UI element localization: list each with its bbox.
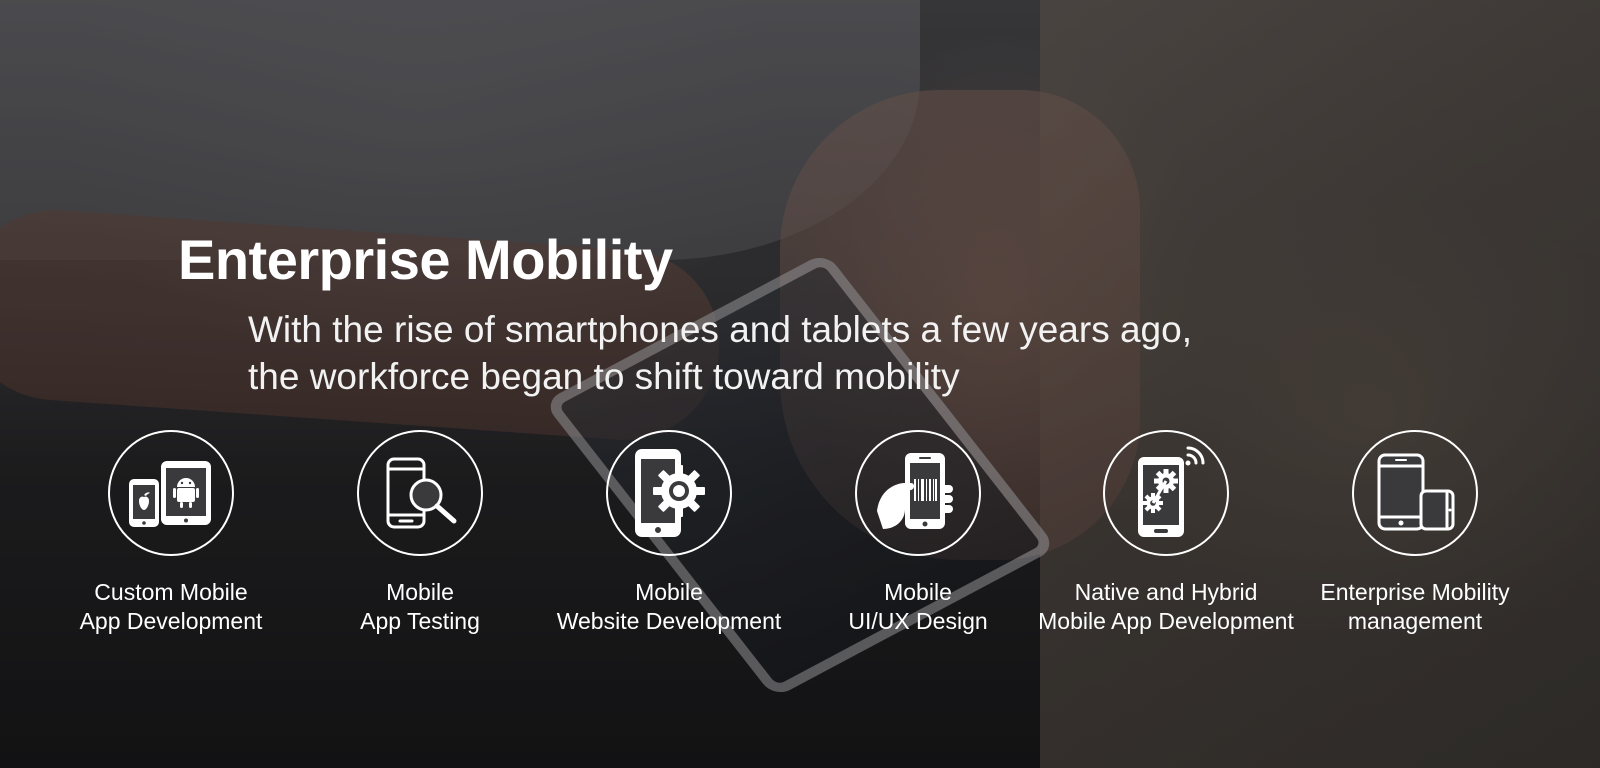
- service-label: Enterprise Mobility management: [1265, 578, 1565, 636]
- service-icon-circle: [1103, 430, 1229, 556]
- service-label-line-2: management: [1347, 608, 1483, 634]
- service-icon-circle: [606, 430, 732, 556]
- service-icon-circle: [357, 430, 483, 556]
- hero-subtitle: With the rise of smartphones and tablets…: [248, 306, 1192, 400]
- phone-gear-icon: [635, 449, 705, 537]
- phone-tablet-apple-android-icon: [129, 461, 211, 527]
- hero-subtitle-line-2: the workforce began to shift toward mobi…: [248, 356, 960, 397]
- hero-banner: Enterprise Mobility With the rise of sma…: [0, 0, 1600, 768]
- page-title: Enterprise Mobility: [178, 228, 673, 291]
- services-list: Custom Mobile App Development Mobile App…: [0, 430, 1600, 660]
- phone-gears-wifi-icon: [1138, 446, 1205, 537]
- hand-holding-phone-icon: [877, 453, 953, 529]
- service-enterprise-mobility-management[interactable]: Enterprise Mobility management: [1265, 430, 1565, 636]
- service-icon-circle: [108, 430, 234, 556]
- service-icon-circle: [855, 430, 981, 556]
- hero-subtitle-line-1: With the rise of smartphones and tablets…: [248, 309, 1192, 350]
- phone-magnifier-icon: [386, 457, 457, 529]
- phone-tablet-devices-icon: [1377, 453, 1455, 531]
- service-icon-circle: [1352, 430, 1478, 556]
- service-label-line-1: Enterprise Mobility: [1320, 579, 1510, 605]
